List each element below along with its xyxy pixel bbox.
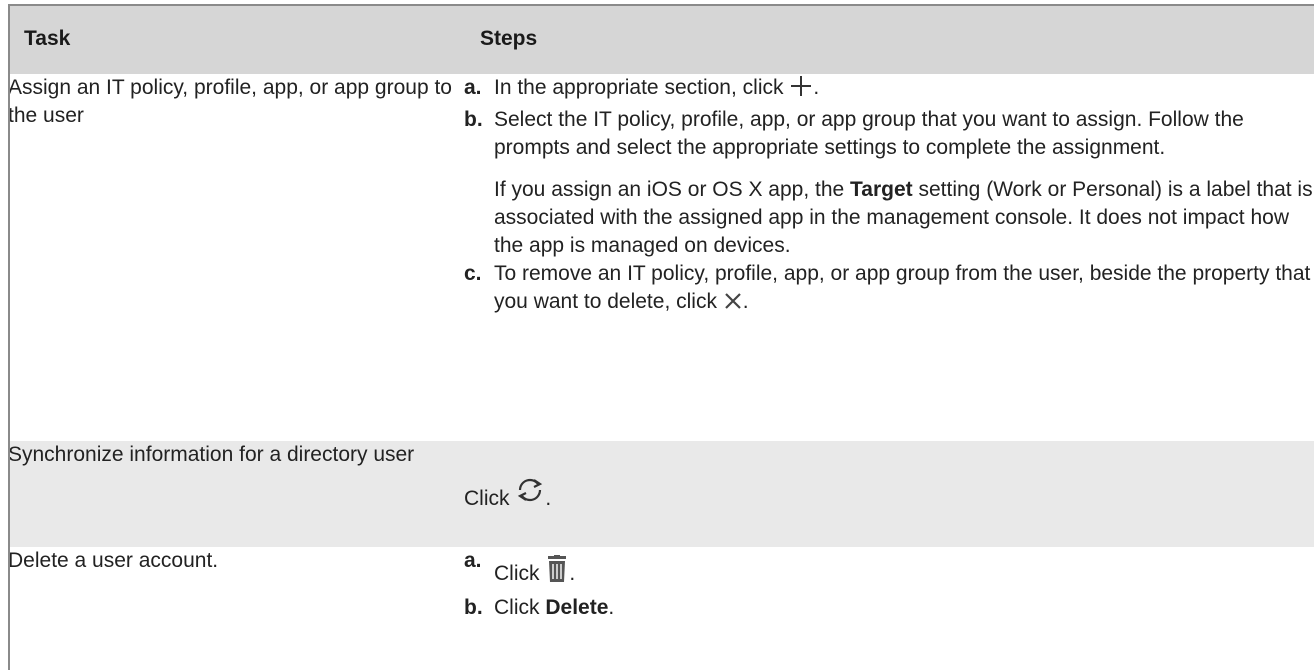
header-steps: Steps — [480, 27, 538, 50]
sync-icon — [515, 477, 545, 503]
step-marker: a. — [464, 549, 482, 572]
plus-icon — [789, 75, 813, 97]
step-marker: b. — [464, 596, 483, 619]
note-term-target: Target — [850, 178, 913, 201]
table-row: Delete a user account. a. Click . b. Cli… — [8, 547, 1314, 667]
header-task: Task — [24, 27, 71, 50]
task-cell: Assign an IT policy, profile, app, or ap… — [8, 76, 452, 127]
step-end: . — [742, 290, 749, 313]
table-row: Synchronize information for a directory … — [8, 441, 1314, 547]
step-marker: a. — [464, 76, 482, 99]
steps-list: a. In the appropriate section, click . b… — [464, 74, 1314, 316]
trash-icon — [545, 555, 569, 583]
step-item: a. Click . — [464, 547, 1314, 588]
step-text: To remove an IT policy, profile, app, or… — [494, 262, 1311, 313]
task-cell: Delete a user account. — [8, 549, 219, 572]
step-marker: b. — [464, 108, 483, 131]
task-steps-table: Task Steps Assign an IT policy, profile,… — [8, 4, 1314, 667]
delete-term: Delete — [545, 596, 609, 619]
step-item: b. Select the IT policy, profile, app, o… — [464, 106, 1314, 260]
step-end: . — [608, 596, 615, 619]
step-text: Click — [494, 562, 540, 585]
step-end: . — [569, 562, 576, 585]
step-item: b. Click Delete. — [464, 594, 1314, 622]
step-text: Click — [464, 487, 510, 510]
table-header-row: Task Steps — [8, 4, 1314, 74]
step-end: . — [813, 76, 820, 99]
step-item: c. To remove an IT policy, profile, app,… — [464, 260, 1314, 316]
task-cell: Synchronize information for a directory … — [8, 443, 415, 466]
steps-list: a. Click . b. Click Delete. — [464, 547, 1314, 622]
step-text: In the appropriate section, click — [494, 76, 784, 99]
steps-cell: Click . — [464, 441, 1314, 547]
step-note: If you assign an iOS or OS X app, the Ta… — [494, 176, 1314, 260]
step-item: a. In the appropriate section, click . — [464, 74, 1314, 102]
step-end: . — [545, 487, 552, 510]
step-text: Select the IT policy, profile, app, or a… — [494, 108, 1244, 159]
step-text: Click — [494, 596, 546, 619]
close-x-icon — [723, 291, 743, 311]
note-text-before: If you assign an iOS or OS X app, the — [494, 178, 851, 201]
table-row: Assign an IT policy, profile, app, or ap… — [8, 74, 1314, 441]
steps-cell: a. Click . b. Click Delete. — [464, 547, 1314, 667]
steps-cell: a. In the appropriate section, click . b… — [464, 74, 1314, 441]
step-marker: c. — [464, 262, 482, 285]
